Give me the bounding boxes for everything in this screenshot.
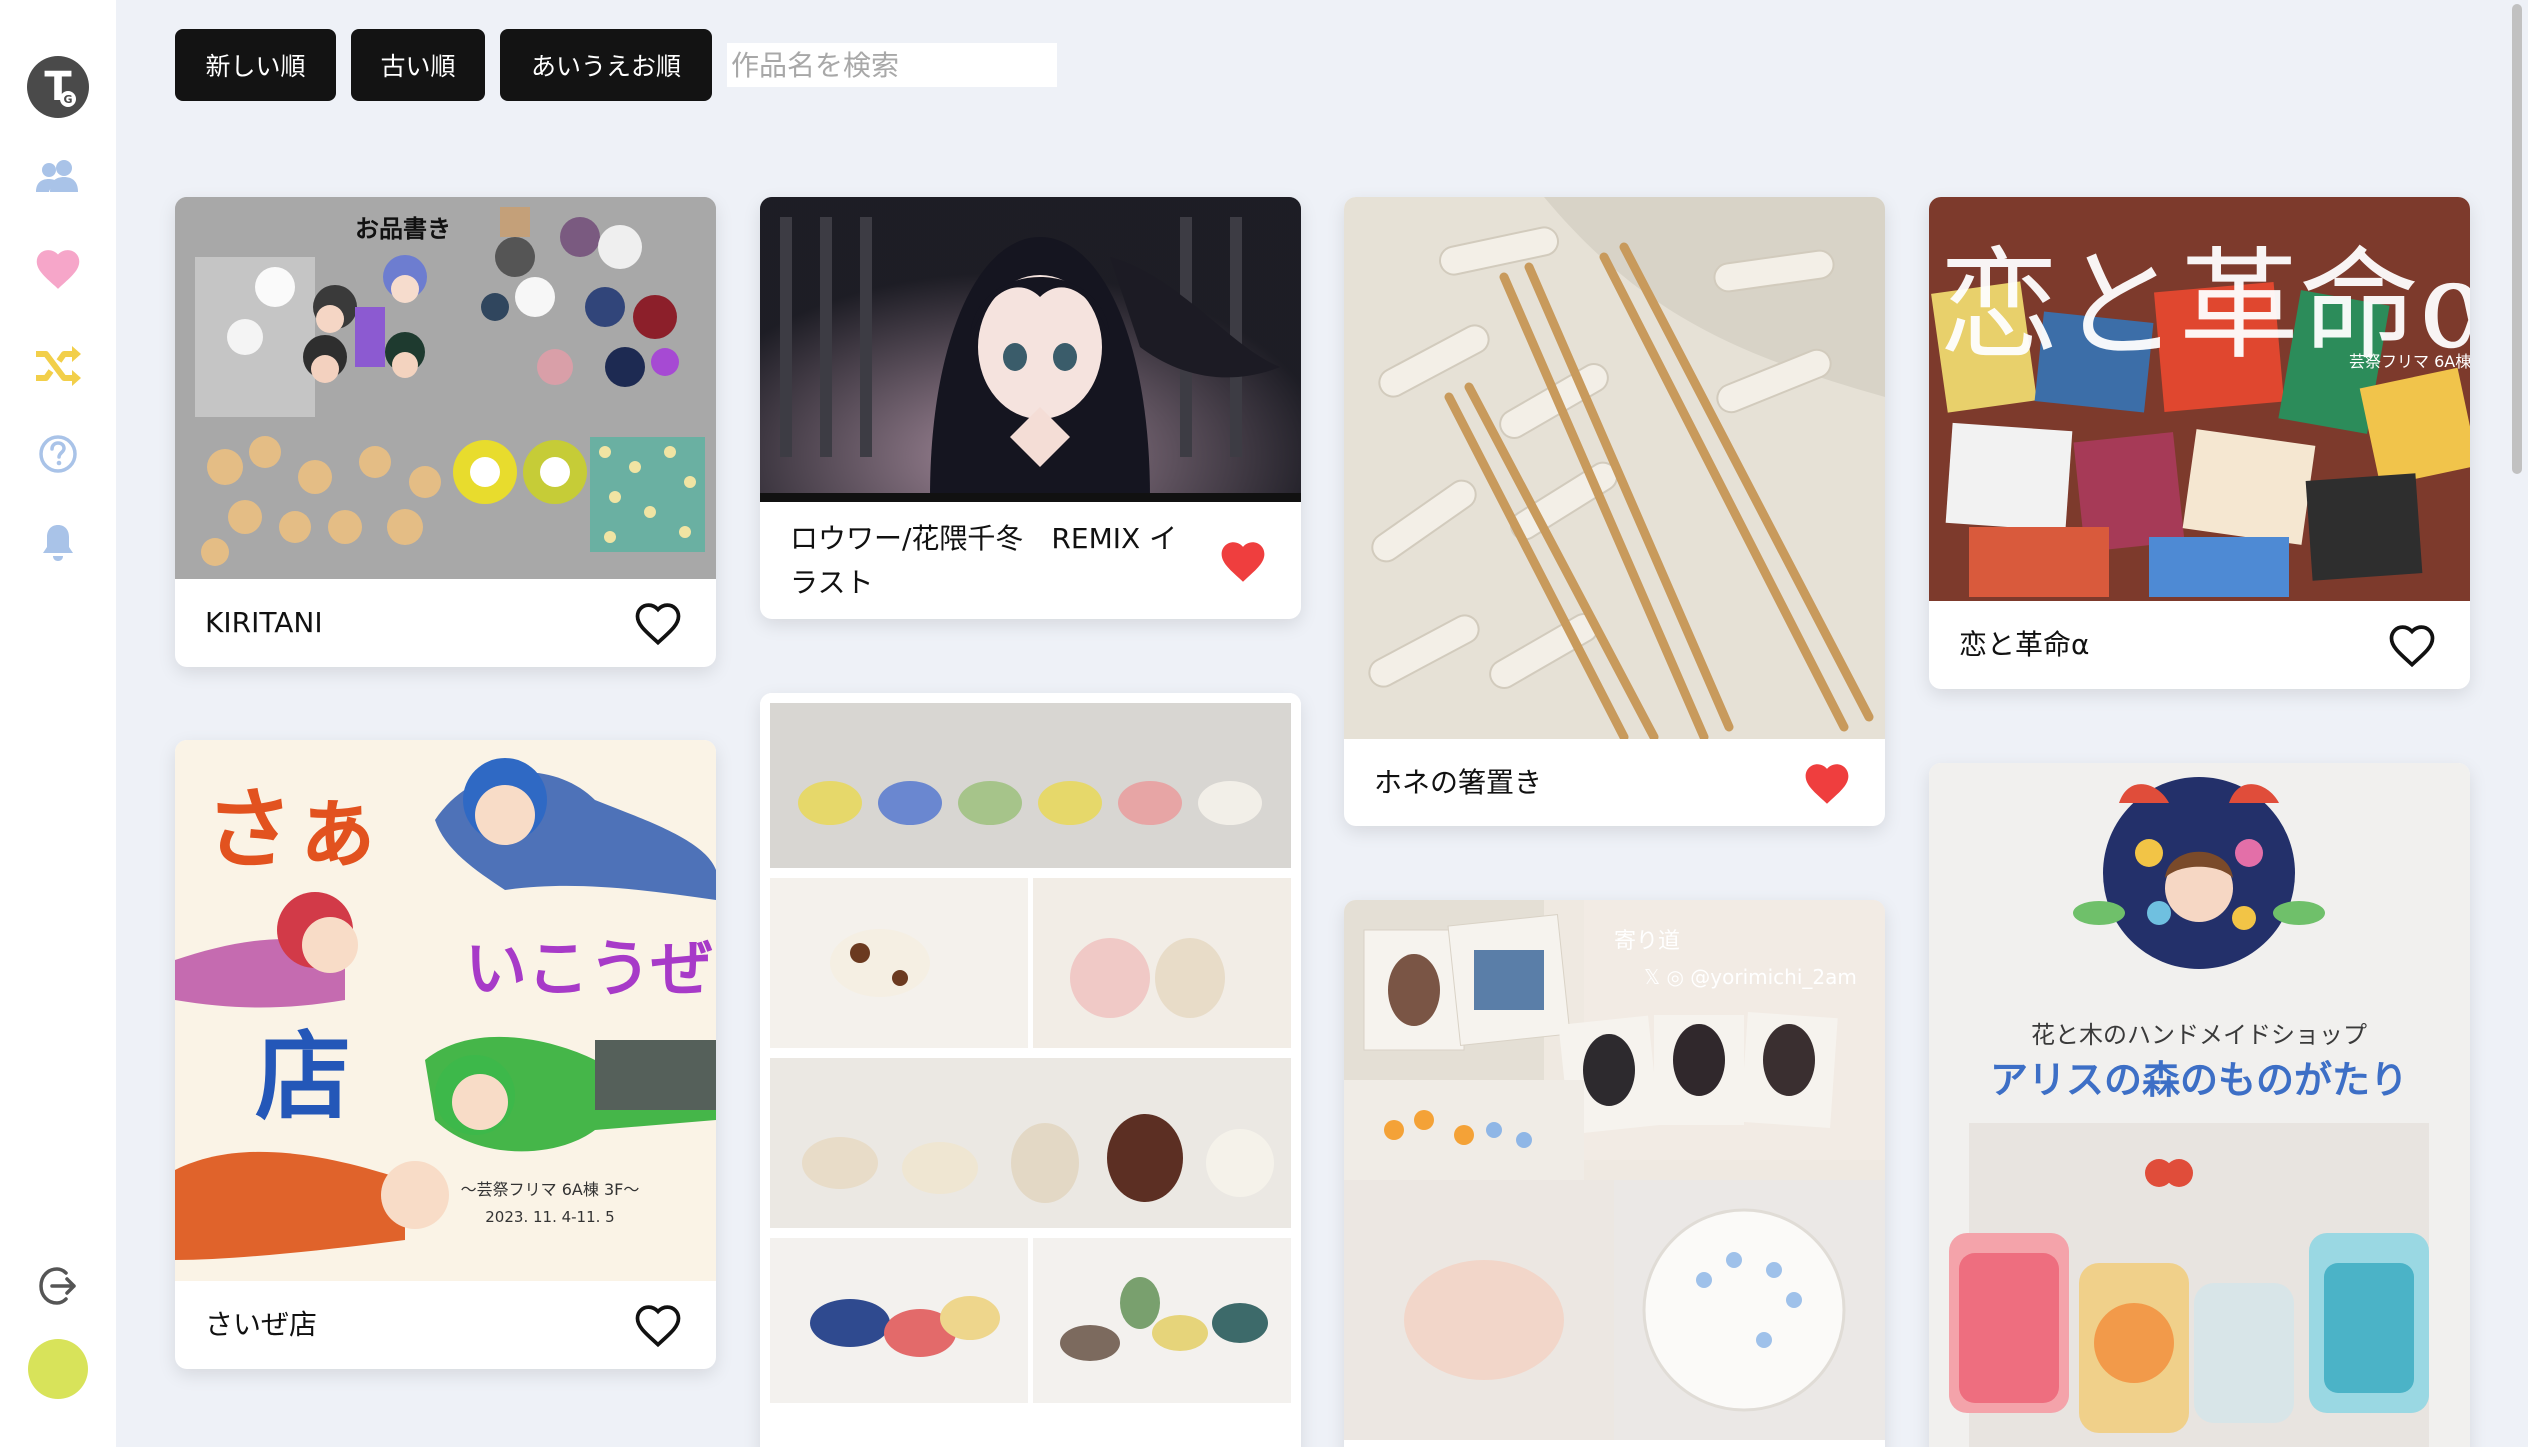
menu-title: お品書き (355, 215, 451, 243)
saize-word-3: 店 (255, 1021, 351, 1133)
users-icon[interactable] (0, 150, 116, 202)
hana-shop-name: 花と木のハンドメイドショップ (2031, 1021, 2367, 1049)
work-card[interactable]: 花と木のハンドメイドショップ アリスの森のものがたり (1929, 763, 2470, 1447)
shuffle-icon[interactable] (0, 340, 116, 392)
sort-newest-button[interactable]: 新しい順 (175, 29, 336, 101)
card-title: さいぜ店 (205, 1308, 318, 1341)
heart-icon[interactable] (0, 240, 116, 296)
saize-event: 〜芸祭フリマ 6A棟 3F〜 (461, 1180, 640, 1199)
card-title: KIRITANI (205, 606, 323, 639)
sort-toolbar: 新しい順 古い順 あいうえお順 (175, 29, 1057, 101)
heart-outline-icon[interactable] (2384, 619, 2440, 671)
card-footer: さいぜ店 (175, 1281, 716, 1369)
card-footer: ホネの箸置き (1344, 739, 1885, 826)
user-avatar[interactable] (0, 1338, 116, 1400)
scrollbar[interactable] (2506, 0, 2528, 1447)
card-image (760, 693, 1301, 1403)
card-image: 寄り道 𝕏 ◎ @yorimichi_2am (1344, 900, 1885, 1440)
saize-date: 2023. 11. 4-11. 5 (485, 1208, 614, 1226)
work-card[interactable]: お品書き KIRITANI (175, 197, 716, 667)
card-footer: 恋と革命α (1929, 601, 2470, 689)
yorimichi-label: 寄り道 (1614, 929, 1680, 954)
work-card[interactable]: ホネの箸置き (1344, 197, 1885, 826)
card-image: さぁ いこうぜ 店 〜芸祭フリマ 6A棟 3F〜 2023. 11. 4-11.… (175, 740, 716, 1281)
card-image (1344, 197, 1885, 739)
help-icon[interactable] (0, 428, 116, 480)
heart-filled-icon[interactable] (1215, 535, 1271, 587)
sort-aiueo-button[interactable]: あいうえお順 (500, 29, 712, 101)
scrollbar-thumb[interactable] (2512, 4, 2522, 474)
yorimichi-handle: 𝕏 ◎ @yorimichi_2am (1644, 965, 1857, 989)
logo-icon: T G (27, 56, 89, 118)
avatar (28, 1339, 88, 1399)
card-footer: ロウワー/花隈千冬 REMIX イラスト (760, 502, 1301, 619)
work-card[interactable]: 恋と革命α 芸祭フリマ 6A棟4階 恋と革命α (1929, 197, 2470, 689)
koi-sub: 芸祭フリマ 6A棟4階 (2349, 352, 2470, 371)
card-title: 恋と革命α (1959, 628, 2090, 661)
card-image (760, 197, 1301, 502)
card-image: 花と木のハンドメイドショップ アリスの森のものがたり (1929, 763, 2470, 1447)
saize-word-1: さぁ (205, 778, 381, 881)
hana-title: アリスの森のものがたり (1990, 1058, 2408, 1102)
card-title: ホネの箸置き (1374, 765, 1543, 799)
logout-icon[interactable] (0, 1258, 116, 1314)
sidebar: T G (0, 0, 116, 1447)
card-image: 恋と革命α 芸祭フリマ 6A棟4階 (1929, 197, 2470, 601)
heart-filled-icon[interactable] (1799, 757, 1855, 809)
app-logo[interactable]: T G (0, 55, 116, 119)
card-title: ロウワー/花隈千冬 REMIX イラスト (790, 521, 1178, 599)
heart-outline-icon[interactable] (630, 597, 686, 649)
bell-icon[interactable] (0, 516, 116, 568)
card-image: お品書き (175, 197, 716, 579)
work-card[interactable] (760, 693, 1301, 1447)
search-input[interactable] (727, 43, 1057, 87)
work-card[interactable]: さぁ いこうぜ 店 〜芸祭フリマ 6A棟 3F〜 2023. 11. 4-11.… (175, 740, 716, 1369)
work-card[interactable]: ロウワー/花隈千冬 REMIX イラスト (760, 197, 1301, 619)
sort-oldest-button[interactable]: 古い順 (351, 29, 485, 101)
saize-word-2: いこうぜ (465, 932, 713, 1005)
work-card[interactable]: 寄り道 𝕏 ◎ @yorimichi_2am (1344, 900, 1885, 1447)
card-footer: KIRITANI (175, 579, 716, 667)
heart-outline-icon[interactable] (630, 1299, 686, 1351)
